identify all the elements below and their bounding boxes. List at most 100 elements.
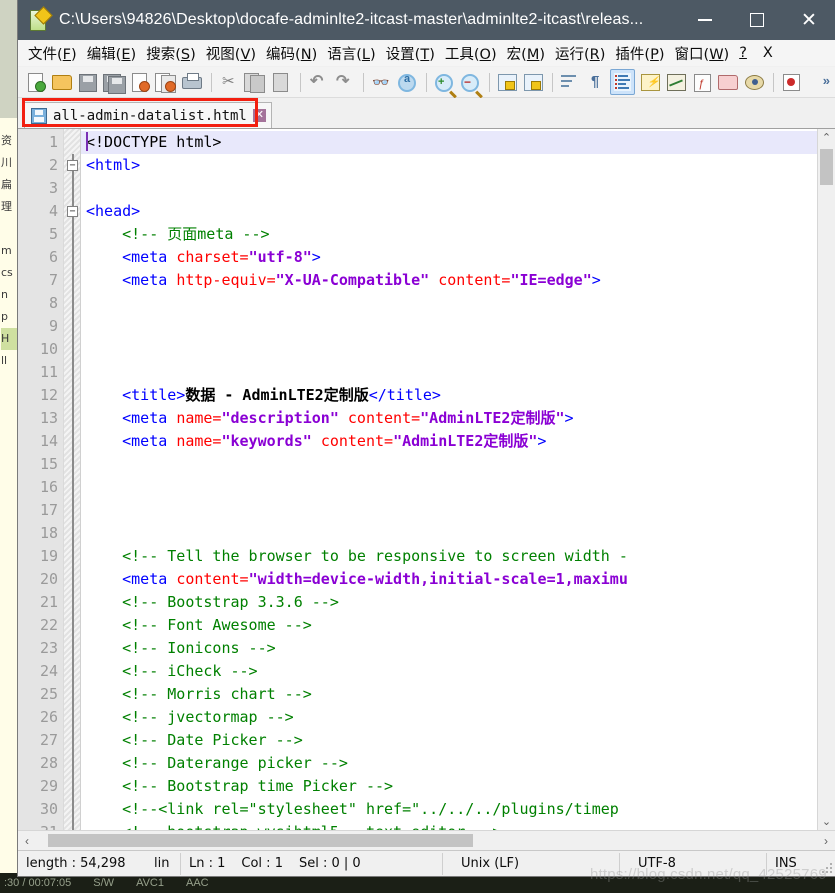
scroll-down-arrow[interactable]: ⌄ bbox=[818, 813, 835, 830]
new-file-icon[interactable] bbox=[24, 70, 47, 94]
code-line[interactable]: <head> bbox=[81, 200, 817, 223]
video-codec-video: AVC1 bbox=[136, 877, 164, 889]
code-line[interactable]: <html> bbox=[81, 154, 817, 177]
code-line[interactable] bbox=[81, 453, 817, 476]
code-line[interactable]: <!-- Ionicons --> bbox=[81, 637, 817, 660]
zoom-in-icon[interactable]: + bbox=[432, 70, 457, 99]
save-all-icon[interactable] bbox=[102, 70, 126, 94]
fold-toggle-2[interactable]: − bbox=[67, 160, 78, 171]
code-line[interactable] bbox=[81, 177, 817, 200]
cut-icon[interactable]: ✂ bbox=[217, 70, 240, 94]
minimize-button[interactable] bbox=[679, 0, 731, 40]
tab-close-icon[interactable]: ✕ bbox=[252, 109, 266, 122]
fold-toggle-4[interactable]: − bbox=[67, 206, 78, 217]
save-icon[interactable] bbox=[76, 70, 99, 94]
code-text-area[interactable]: <!DOCTYPE html> <html> <head> <!-- 页面meta… bbox=[81, 129, 817, 830]
code-line[interactable]: <!-- Daterange picker --> bbox=[81, 752, 817, 775]
replace-icon[interactable]: a bbox=[395, 70, 418, 94]
code-line[interactable]: <meta name="keywords" content="AdminLTE2… bbox=[81, 430, 817, 453]
paste-icon[interactable] bbox=[269, 70, 292, 94]
code-line[interactable]: <!--<link rel="stylesheet" href="../../.… bbox=[81, 798, 817, 821]
menu-item-file[interactable]: 文件(F) bbox=[23, 41, 82, 66]
menu-item-plugins[interactable]: 插件(P) bbox=[610, 41, 669, 66]
code-line[interactable]: <!-- Morris chart --> bbox=[81, 683, 817, 706]
code-line[interactable] bbox=[81, 499, 817, 522]
code-line[interactable]: <!DOCTYPE html> bbox=[81, 131, 817, 154]
udl-dialog-icon[interactable] bbox=[664, 70, 687, 94]
vertical-scroll-thumb[interactable] bbox=[820, 149, 833, 185]
toolbar-overflow-button[interactable]: » bbox=[823, 73, 830, 88]
code-token: <!-- jvectormap --> bbox=[86, 708, 294, 726]
menu-item-edit[interactable]: 编辑(E) bbox=[82, 41, 142, 66]
record-macro-icon[interactable] bbox=[779, 70, 802, 94]
code-line[interactable]: <meta http-equiv="X-UA-Compatible" conte… bbox=[81, 269, 817, 292]
close-file-icon[interactable] bbox=[128, 70, 151, 94]
scroll-left-arrow[interactable]: ‹ bbox=[18, 834, 36, 848]
find-icon[interactable]: 👓 bbox=[369, 70, 392, 94]
close-document-button[interactable]: X bbox=[758, 43, 778, 63]
code-line[interactable] bbox=[81, 522, 817, 545]
code-line[interactable]: <!-- Date Picker --> bbox=[81, 729, 817, 752]
close-icon: ✕ bbox=[801, 9, 817, 31]
scroll-right-arrow[interactable]: › bbox=[817, 834, 835, 848]
function-list-icon[interactable]: ƒ bbox=[690, 70, 713, 94]
code-line[interactable] bbox=[81, 315, 817, 338]
code-token: content= bbox=[176, 570, 249, 588]
title-bar[interactable]: C:\Users\94826\Desktop\docafe-adminlte2-… bbox=[18, 0, 835, 40]
code-line[interactable]: <!-- Bootstrap 3.3.6 --> bbox=[81, 591, 817, 614]
fold-margin[interactable]: − − bbox=[64, 129, 81, 844]
menu-item-settings[interactable]: 设置(T) bbox=[381, 41, 440, 66]
menu-item-language[interactable]: 语言(L) bbox=[322, 41, 380, 66]
sync-horizontal-icon[interactable] bbox=[521, 70, 544, 94]
horizontal-scroll-thumb[interactable] bbox=[48, 834, 473, 847]
menu-item-window[interactable]: 窗口(W) bbox=[670, 41, 735, 66]
code-line[interactable] bbox=[81, 476, 817, 499]
code-line[interactable]: <!-- Tell the browser to be responsive t… bbox=[81, 545, 817, 568]
undo-icon[interactable]: ↶ bbox=[306, 70, 329, 94]
code-line[interactable]: <!-- bootstrap wysihtml5 - text editor -… bbox=[81, 821, 817, 830]
resize-grip-icon[interactable] bbox=[821, 862, 833, 874]
toolbar-separator bbox=[489, 72, 490, 92]
menu-item-tools[interactable]: 工具(O) bbox=[440, 41, 502, 66]
menu-item-search[interactable]: 搜索(S) bbox=[141, 41, 201, 66]
copy-icon[interactable] bbox=[243, 70, 266, 94]
code-line[interactable]: <title>数据 - AdminLTE2定制版</title> bbox=[81, 384, 817, 407]
sync-vertical-icon[interactable] bbox=[495, 70, 518, 94]
maximize-button[interactable] bbox=[731, 0, 783, 40]
menu-item-run[interactable]: 运行(R) bbox=[550, 41, 610, 66]
show-indent-guide-icon[interactable] bbox=[610, 69, 635, 95]
code-line[interactable]: <!-- jvectormap --> bbox=[81, 706, 817, 729]
word-wrap-icon[interactable] bbox=[558, 70, 581, 94]
tab-all-admin-datalist[interactable]: all-admin-datalist.html ✕ bbox=[24, 102, 272, 128]
document-map-icon[interactable] bbox=[742, 70, 765, 94]
code-line[interactable]: <!-- Font Awesome --> bbox=[81, 614, 817, 637]
redo-icon[interactable]: ↷ bbox=[332, 70, 355, 94]
close-button[interactable]: ✕ bbox=[783, 0, 835, 40]
horizontal-scrollbar[interactable]: ‹ › bbox=[18, 830, 835, 850]
run-macro-icon[interactable]: ⚡ bbox=[638, 70, 661, 94]
print-icon[interactable] bbox=[180, 70, 203, 94]
vertical-scrollbar[interactable]: ⌃ ⌄ bbox=[817, 129, 835, 830]
zoom-out-icon[interactable]: − bbox=[458, 70, 483, 99]
close-all-icon[interactable] bbox=[154, 70, 177, 94]
menu-item-macro[interactable]: 宏(M) bbox=[502, 41, 550, 66]
code-line[interactable]: <meta content="width=device-width,initia… bbox=[81, 568, 817, 591]
scroll-up-arrow[interactable]: ⌃ bbox=[818, 129, 835, 146]
menu-item-view[interactable]: 视图(V) bbox=[201, 41, 261, 66]
show-all-chars-icon[interactable]: ¶ bbox=[584, 70, 607, 94]
menu-label-post: ) bbox=[723, 46, 730, 63]
open-file-icon[interactable] bbox=[50, 70, 73, 94]
folder-as-workspace-icon[interactable] bbox=[716, 70, 739, 94]
menu-item-help[interactable]: ? bbox=[734, 43, 752, 63]
code-line[interactable]: <!-- iCheck --> bbox=[81, 660, 817, 683]
code-line[interactable]: <meta name="description" content="AdminL… bbox=[81, 407, 817, 430]
menu-item-encoding[interactable]: 编码(N) bbox=[261, 41, 322, 66]
menu-label: 编辑( bbox=[86, 46, 122, 63]
code-line[interactable] bbox=[81, 292, 817, 315]
code-line[interactable] bbox=[81, 361, 817, 384]
code-line[interactable]: <!-- Bootstrap time Picker --> bbox=[81, 775, 817, 798]
menu-label: 运行( bbox=[555, 46, 590, 63]
code-line[interactable]: <!-- 页面meta --> bbox=[81, 223, 817, 246]
code-line[interactable]: <meta charset="utf-8"> bbox=[81, 246, 817, 269]
code-line[interactable] bbox=[81, 338, 817, 361]
